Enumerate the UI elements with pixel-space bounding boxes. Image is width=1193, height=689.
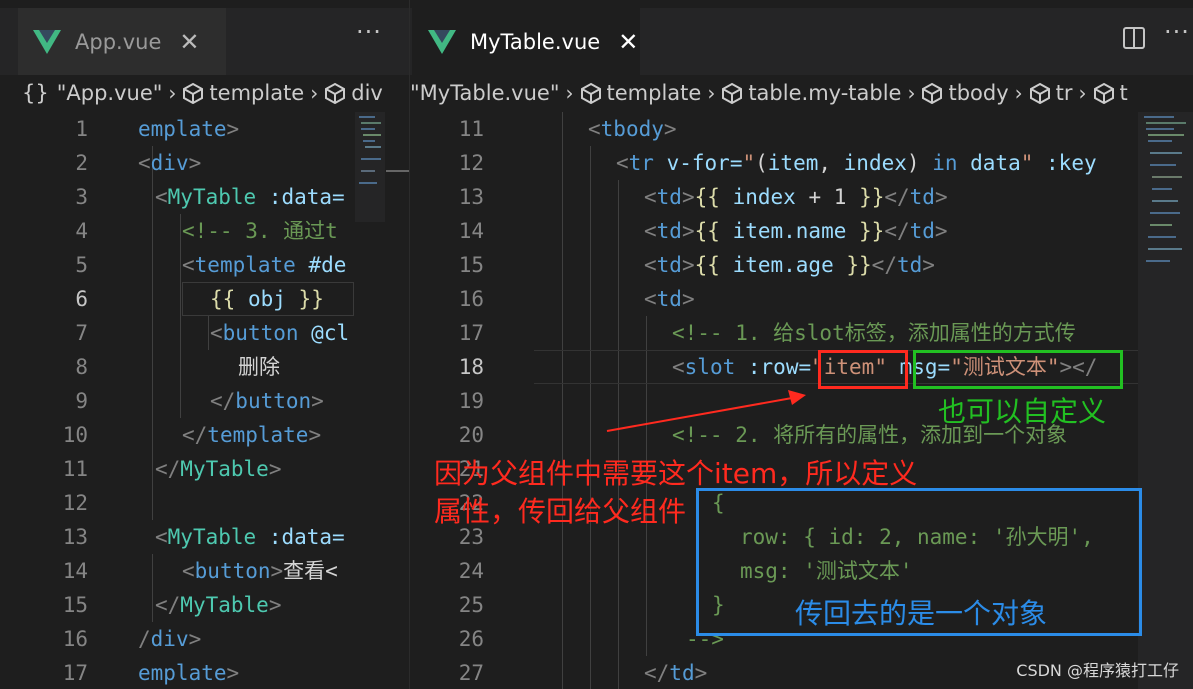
annotation-red-line1: 因为父组件中需要这个item，所以定义 bbox=[434, 457, 918, 490]
annotation-red-line2: 属性，传回给父组件 bbox=[434, 495, 687, 528]
annotation-arrow bbox=[606, 390, 806, 432]
watermark: CSDN @程序猿打工仔 bbox=[1016, 661, 1179, 680]
annotation-red: 因为父组件中需要这个item，所以定义 属性，传回给父组件 bbox=[434, 455, 917, 531]
